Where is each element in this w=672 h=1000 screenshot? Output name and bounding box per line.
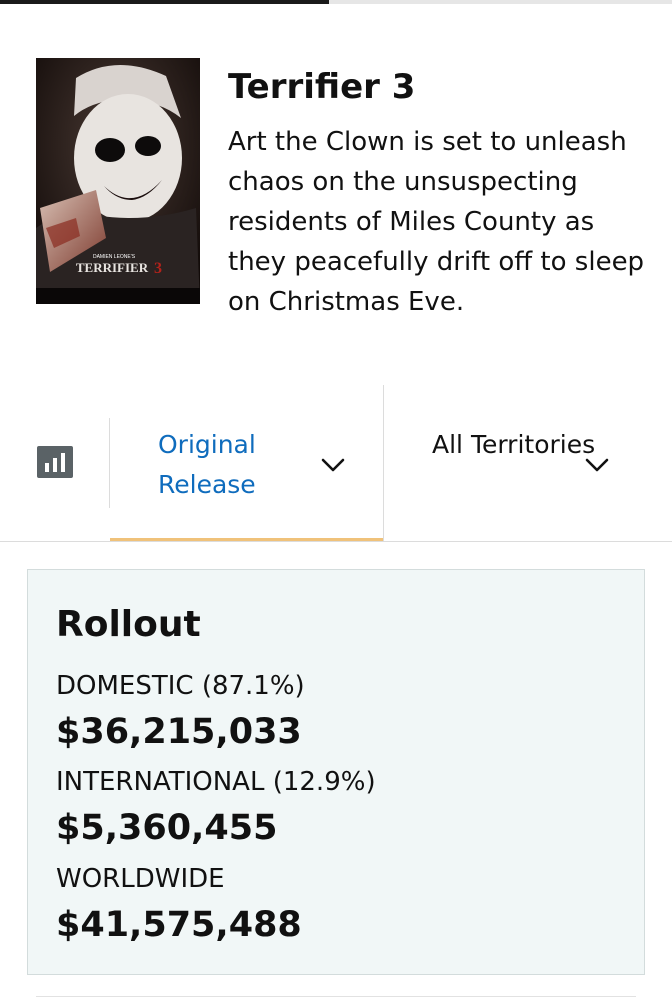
domestic-gross: $36,215,033 <box>56 712 302 752</box>
rollout-title: Rollout <box>56 604 201 645</box>
worldwide-label: WORLDWIDE <box>56 864 225 894</box>
territory-dropdown[interactable]: All Territories <box>384 385 672 541</box>
top-progress-strip <box>0 0 672 4</box>
domestic-label: DOMESTIC (87.1%) <box>56 671 305 701</box>
movie-synopsis: Art the Clown is set to unleash chaos on… <box>228 127 645 317</box>
release-selected-underline <box>110 538 383 541</box>
worldwide-gross: $41,575,488 <box>56 905 302 945</box>
chevron-down-icon <box>585 458 609 472</box>
territory-dropdown-label: All Territories <box>432 430 596 459</box>
release-dropdown[interactable]: Original Release <box>110 385 383 541</box>
filter-bar-bottom-border <box>0 541 672 542</box>
movie-poster[interactable]: DAMIEN LEONE'S TERRIFIER 3 <box>36 58 200 304</box>
poster-artwork: DAMIEN LEONE'S TERRIFIER 3 <box>36 58 200 304</box>
section-divider <box>36 996 636 997</box>
international-label: INTERNATIONAL (12.9%) <box>56 767 376 797</box>
movie-page: DAMIEN LEONE'S TERRIFIER 3 Terrifier 3 A… <box>0 0 672 1000</box>
bar-chart-icon[interactable] <box>37 446 73 478</box>
svg-text:3: 3 <box>154 260 162 277</box>
international-gross: $5,360,455 <box>56 808 278 848</box>
chevron-down-icon <box>321 458 345 472</box>
movie-title: Terrifier 3 <box>228 67 416 107</box>
top-progress-fill <box>0 0 330 4</box>
rollout-card: Rollout DOMESTIC (87.1%) $36,215,033 INT… <box>27 569 645 975</box>
poster-logo-text: TERRIFIER <box>76 260 149 275</box>
release-dropdown-label: Original Release <box>158 430 256 499</box>
